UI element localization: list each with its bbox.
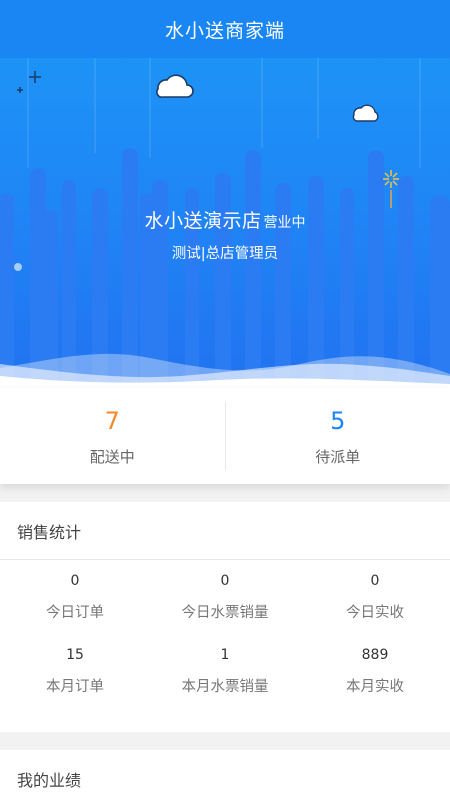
delivering-label: 配送中 [89, 447, 135, 466]
delivering-stat[interactable]: 7 配送中 [0, 388, 225, 484]
stat-month-orders[interactable]: 15 本月订单 [0, 634, 150, 708]
store-heading: 水小送演示店 营业中 [0, 206, 450, 233]
stat-today-ticket-sales[interactable]: 0 今日水票销量 [150, 560, 300, 634]
stat-value: 15 [66, 646, 84, 663]
sales-statistics-title: 销售统计 [0, 502, 450, 560]
stat-label: 今日实收 [346, 604, 404, 621]
store-status-badge: 营业中 [263, 215, 306, 231]
stat-label: 本月订单 [46, 678, 104, 695]
sales-grid: 0 今日订单 0 今日水票销量 0 今日实收 15 本月订单 1 本月水票销量 … [0, 560, 450, 708]
sales-statistics-section: 销售统计 0 今日订单 0 今日水票销量 0 今日实收 15 本月订单 1 本月… [0, 502, 450, 732]
store-banner: 水小送演示店 营业中 测试|总店管理员 [0, 58, 450, 388]
stat-label: 本月实收 [346, 678, 404, 695]
stat-label: 本月水票销量 [181, 678, 269, 695]
stat-value: 0 [70, 572, 80, 589]
pending-dispatch-count: 5 [330, 406, 346, 435]
user-role: 测试|总店管理员 [171, 246, 279, 262]
delivering-count: 7 [104, 406, 120, 435]
stat-month-ticket-sales[interactable]: 1 本月水票销量 [150, 634, 300, 708]
stat-label: 今日订单 [46, 604, 104, 621]
cloud-icon [352, 104, 379, 122]
stat-today-orders[interactable]: 0 今日订单 [0, 560, 150, 634]
store-name: 水小送演示店 [144, 210, 262, 232]
sparkle-icon [17, 71, 41, 93]
stat-today-received[interactable]: 0 今日实收 [300, 560, 450, 634]
stat-month-received[interactable]: 889 本月实收 [300, 634, 450, 708]
pending-dispatch-label: 待派单 [315, 447, 361, 466]
pending-dispatch-stat[interactable]: 5 待派单 [226, 388, 450, 484]
cloud-icon [156, 74, 194, 98]
stat-value: 0 [220, 572, 230, 589]
app-title: 水小送商家端 [164, 19, 285, 42]
order-summary-card: 7 配送中 5 待派单 [0, 388, 450, 484]
stat-value: 889 [361, 646, 389, 663]
my-performance-title: 我的业绩 [17, 771, 82, 790]
stat-label: 今日水票销量 [181, 604, 269, 621]
firework-icon [383, 170, 399, 208]
stat-value: 0 [370, 572, 380, 589]
app-header: 水小送商家端 [0, 0, 450, 58]
my-performance-section[interactable]: 我的业绩 [0, 750, 450, 800]
stat-value: 1 [220, 646, 230, 663]
